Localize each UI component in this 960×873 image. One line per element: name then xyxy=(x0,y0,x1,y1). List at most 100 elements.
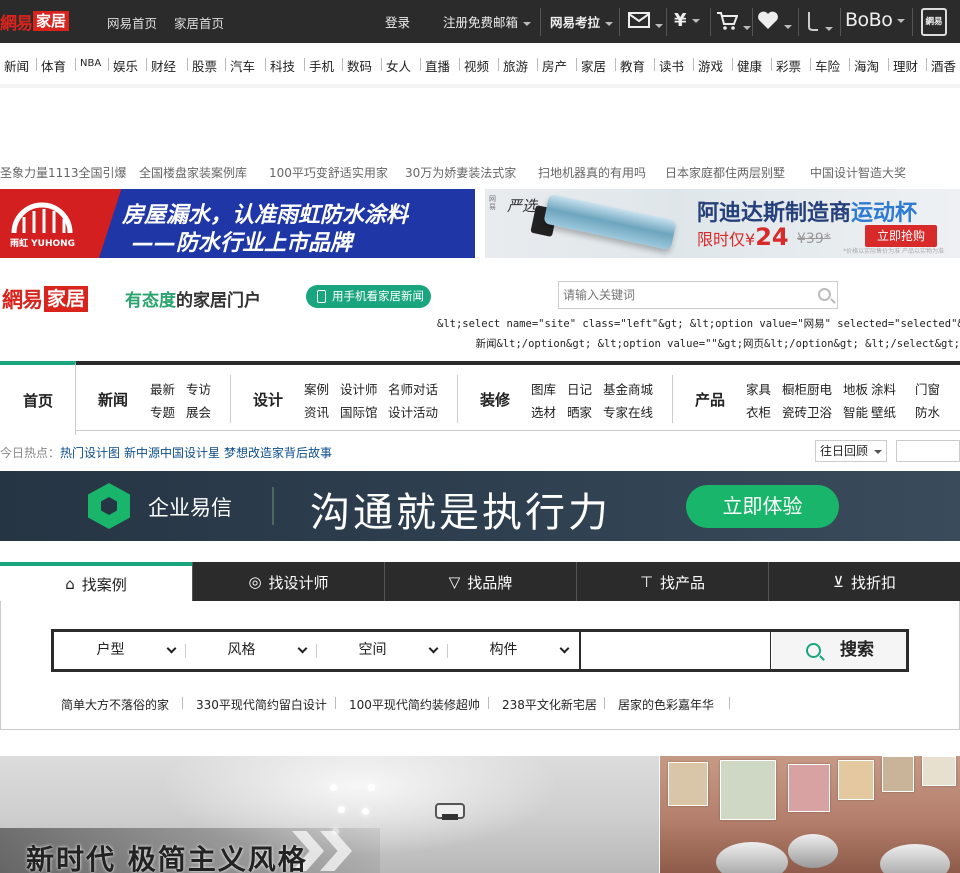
nav-item[interactable]: 财经 xyxy=(151,56,176,75)
filter-dropdown[interactable]: 风格 xyxy=(185,632,316,669)
hot-link[interactable]: 扫地机器真的有用吗 xyxy=(538,164,646,181)
hot-link[interactable]: 圣象力量1113全国引爆 xyxy=(0,164,127,181)
home-channel-logo[interactable]: 網易 家居 xyxy=(2,284,89,314)
hot-link[interactable]: 全国楼盘家装案例库 xyxy=(139,164,247,181)
nav-link[interactable]: 衣柜 xyxy=(746,402,771,421)
nav-item[interactable]: 旅游 xyxy=(503,56,528,75)
today-hot-link[interactable]: 热门设计图 xyxy=(60,446,120,460)
nav-link[interactable]: 日记 xyxy=(567,379,592,398)
nav-link[interactable]: 涂料 xyxy=(871,379,896,398)
nav-item[interactable]: 海淘 xyxy=(854,56,879,75)
nav-item[interactable]: 股票 xyxy=(192,56,217,75)
nav-item[interactable]: 教育 xyxy=(620,56,645,75)
hot-link[interactable]: 日本家庭都住两层别墅 xyxy=(665,164,785,181)
search-tab[interactable]: ⌂ 找案例 xyxy=(0,562,192,602)
nav-home-tab[interactable]: 首页 xyxy=(0,361,76,435)
nav-item[interactable]: NBA xyxy=(80,58,101,69)
today-hot-link[interactable]: 梦想改造家背后故事 xyxy=(224,446,332,460)
nav-link[interactable]: 案例 xyxy=(304,379,329,398)
hot-link[interactable]: 100平巧变舒适实用家 xyxy=(269,164,388,181)
search-tab[interactable]: ⊤ 找产品 xyxy=(576,562,768,602)
nav-item[interactable]: 娱乐 xyxy=(113,56,138,75)
cart-menu[interactable] xyxy=(716,11,751,34)
nav-item[interactable]: 家居 xyxy=(581,56,606,75)
nav-link[interactable]: 国际馆 xyxy=(340,402,378,421)
nav-link[interactable]: 地板 xyxy=(843,379,868,398)
nav-item[interactable]: 酒香 xyxy=(931,56,956,75)
nav-item[interactable]: 直播 xyxy=(425,56,450,75)
nav-link[interactable]: 图库 xyxy=(531,379,556,398)
feature-image-minimalist[interactable]: 新时代 极简主义风格 xyxy=(0,756,659,873)
filter-dropdown[interactable]: 空间 xyxy=(316,632,447,669)
nav-item[interactable]: 科技 xyxy=(270,56,295,75)
mobile-app-icon[interactable]: 網易 xyxy=(921,8,947,36)
today-hot-link[interactable]: 新中源中国设计星 xyxy=(124,446,220,460)
nav-link[interactable]: 防水 xyxy=(915,402,940,421)
history-select[interactable]: 往日回顾 xyxy=(815,440,887,462)
nav-link[interactable]: 家具 xyxy=(746,379,771,398)
favorites-menu[interactable] xyxy=(757,11,792,33)
nav-link[interactable]: 专访 xyxy=(186,379,211,398)
hot-link[interactable]: 中国设计智造大奖 xyxy=(810,164,906,181)
nav-link[interactable]: 专家在线 xyxy=(603,402,653,421)
nav-item[interactable]: 汽车 xyxy=(230,56,255,75)
history-date-input[interactable] xyxy=(896,440,960,462)
yixin-ad-banner[interactable]: 企业易信 沟通就是执行力 立即体验 xyxy=(0,471,960,541)
nav-link[interactable]: 壁纸 xyxy=(871,402,896,421)
nav-link[interactable]: 瓷砖卫浴 xyxy=(782,402,832,421)
nav-link[interactable]: 设计师 xyxy=(340,379,378,398)
search-tab[interactable]: ⊻ 找折扣 xyxy=(768,562,960,602)
nav-link[interactable]: 晒家 xyxy=(567,402,592,421)
keyword-input[interactable] xyxy=(579,632,771,669)
kaola-link[interactable]: 网易考拉 xyxy=(550,12,614,31)
mobile-news-button[interactable]: 用手机看家居新闻 xyxy=(306,285,431,308)
nav-section-title[interactable]: 装修 xyxy=(480,389,510,410)
filter-dropdown[interactable]: 构件 xyxy=(447,632,578,669)
nav-item[interactable]: 女人 xyxy=(386,56,411,75)
search-tag[interactable]: 居家的色彩嘉年华 xyxy=(618,696,714,713)
search-input[interactable] xyxy=(559,282,799,308)
nav-item[interactable]: 游戏 xyxy=(698,56,723,75)
netease-home-link[interactable]: 网易首页 xyxy=(107,13,157,32)
nav-item[interactable]: 读书 xyxy=(659,56,684,75)
search-tag[interactable]: 简单大方不落俗的家 xyxy=(61,696,169,713)
netease-home-logo[interactable]: 網易 家居 xyxy=(0,10,70,34)
feature-image-kitchen[interactable] xyxy=(660,756,960,873)
nav-link[interactable]: 专题 xyxy=(150,402,175,421)
search-button[interactable]: 搜索 xyxy=(772,632,906,669)
nav-item[interactable]: 车险 xyxy=(815,56,840,75)
search-icon[interactable] xyxy=(818,288,831,301)
nav-link[interactable]: 智能 xyxy=(843,402,868,421)
nav-item[interactable]: 房产 xyxy=(542,56,567,75)
nav-item[interactable]: 数码 xyxy=(347,56,372,75)
nav-item[interactable]: 彩票 xyxy=(776,56,801,75)
nav-section-title[interactable]: 产品 xyxy=(695,389,725,410)
nav-item[interactable]: 视频 xyxy=(464,56,489,75)
hot-link[interactable]: 30万为娇妻装法式家 xyxy=(405,164,516,181)
home-channel-link[interactable]: 家居首页 xyxy=(174,13,224,32)
nav-link[interactable]: 基金商城 xyxy=(603,379,653,398)
nav-link[interactable]: 最新 xyxy=(150,379,175,398)
search-tag[interactable]: 238平文化新宅居 xyxy=(502,696,597,713)
nav-item[interactable]: 新闻 xyxy=(4,56,29,75)
nav-link[interactable]: 展会 xyxy=(186,402,211,421)
nav-section-title[interactable]: 新闻 xyxy=(98,389,128,410)
try-now-button[interactable]: 立即体验 xyxy=(686,485,839,528)
register-mail-link[interactable]: 注册免费邮箱 xyxy=(443,12,532,31)
bobo-link[interactable]: BoBo xyxy=(845,9,906,31)
payment-menu[interactable]: ¥ xyxy=(674,10,700,31)
nav-link[interactable]: 名师对话 xyxy=(388,379,438,398)
yuhong-ad-banner[interactable]: 雨虹 YUHONG 房屋漏水，认准雨虹防水涂料 ——防水行业上市品牌 xyxy=(0,189,475,258)
search-tab[interactable]: ▽ 找品牌 xyxy=(384,562,576,602)
search-tab[interactable]: ◎ 找设计师 xyxy=(192,562,384,602)
login-link[interactable]: 登录 xyxy=(385,12,410,31)
nav-link[interactable]: 设计活动 xyxy=(388,402,438,421)
buy-now-button[interactable]: 立即抢购 xyxy=(865,225,937,247)
nav-link[interactable]: 橱柜厨电 xyxy=(782,379,832,398)
mail-menu[interactable] xyxy=(628,11,663,32)
nav-link[interactable]: 资讯 xyxy=(304,402,329,421)
search-tag[interactable]: 330平现代简约留白设计 xyxy=(196,696,327,713)
nav-item[interactable]: 健康 xyxy=(737,56,762,75)
nav-link[interactable]: 选材 xyxy=(531,402,556,421)
nav-link[interactable]: 门窗 xyxy=(915,379,940,398)
